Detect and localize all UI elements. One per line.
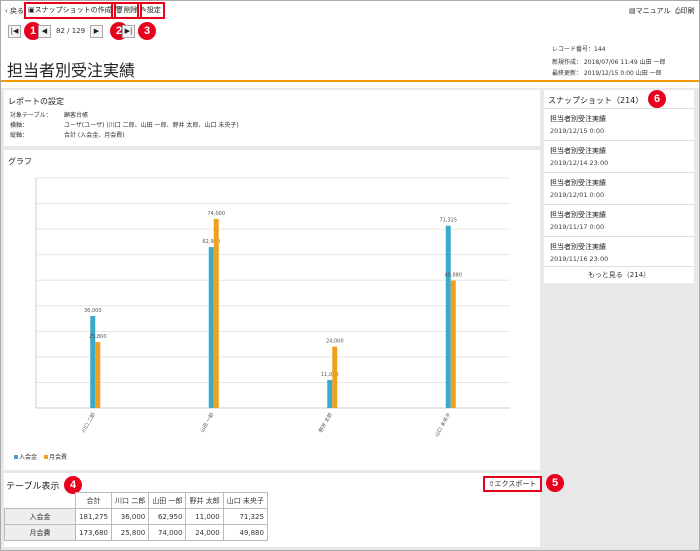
bar-chart: 36,00025,800川口 二郎62,95074,000山田 一郎11,000… — [14, 177, 510, 461]
settings-label-table: 対象テーブル： — [10, 112, 52, 119]
table-cell: 49,880 — [222, 524, 268, 541]
x-tick-label: 川口 二郎 — [80, 412, 97, 434]
settings-value-yaxis: 合計 (入会金、月会費) — [64, 132, 125, 139]
chart-bar — [450, 280, 456, 408]
legend-swatch — [44, 455, 48, 459]
snapshot-date: 2019/12/01 0:00 — [550, 191, 605, 199]
camera-icon: ▣ — [28, 6, 35, 14]
data-label: 71,325 — [440, 218, 458, 224]
table-cell: 62,950 — [148, 508, 187, 525]
x-tick-label: 野井 太郎 — [317, 412, 334, 434]
snapshot-name: 担当者別受注実績 — [550, 243, 606, 251]
manual-link[interactable]: ▤マニュアル — [629, 4, 670, 18]
chart-bar — [90, 316, 96, 408]
graph-panel: グラフ 36,000 25,800 川口 二郎 62,950 74,000 山田 一郎 11… — [4, 150, 540, 470]
snapshot-panel: スナップショット（214） 担当者別受注実績 2019/12/15 0:00 担… — [544, 90, 694, 283]
title-underline — [1, 80, 699, 82]
callout-badge-3: 3 — [138, 22, 156, 40]
report-settings-heading: レポートの設定 — [8, 97, 64, 106]
legend-swatch — [14, 455, 18, 459]
export-button[interactable]: ⇧エクスポート — [483, 476, 542, 492]
table-row: 月会費 173,680 25,800 74,000 24,000 49,880 — [4, 524, 268, 541]
data-label: 74,000 — [208, 211, 226, 217]
book-icon: ▤ — [629, 7, 636, 15]
snapshot-item[interactable]: 担当者別受注実績 2019/12/14 23:00 — [544, 140, 694, 171]
snapshot-name: 担当者別受注実績 — [550, 115, 606, 123]
x-tick-label: 山田 一郎 — [199, 412, 216, 434]
column-header: 山田 一郎 — [148, 492, 187, 509]
data-label: 49,880 — [445, 273, 463, 279]
chart-bar — [95, 342, 101, 408]
back-button[interactable]: ‹ 戻る — [5, 4, 24, 18]
column-header: 合計 — [75, 492, 112, 509]
created-info: 新規作成： 2018/07/06 11:49 山田 一郎 — [552, 59, 666, 66]
snapshot-date: 2019/11/16 23:00 — [550, 255, 609, 263]
row-header: 月会費 — [4, 524, 76, 541]
record-number: レコード番号：144 — [552, 46, 606, 53]
snapshot-heading: スナップショット（214） — [548, 96, 644, 105]
snapshot-item[interactable]: 担当者別受注実績 2019/12/01 0:00 — [544, 172, 694, 203]
table-corner-cell — [5, 493, 76, 509]
data-label: 24,000 — [326, 339, 344, 345]
table-cell: 24,000 — [185, 524, 224, 541]
snapshot-name: 担当者別受注実績 — [550, 179, 606, 187]
callout-badge-5: 5 — [546, 474, 564, 492]
table-cell: 173,680 — [75, 524, 112, 541]
chart-bar — [332, 346, 338, 408]
first-page-button[interactable]: |◀ — [8, 25, 21, 38]
column-header: 川口 二郎 — [110, 492, 150, 509]
column-header: 山口 未央子 — [222, 492, 268, 509]
table-cell: 36,000 — [110, 508, 150, 525]
settings-value-xaxis: ユーザ(ユーザ) (川口 二郎、山田 一郎、野井 太郎、山口 未央子) — [64, 122, 239, 129]
settings-label-yaxis: 縦軸： — [10, 132, 29, 139]
settings-button[interactable]: ✎設定 — [137, 2, 165, 19]
trash-icon: 🗑 — [115, 6, 124, 14]
table-cell: 11,000 — [185, 508, 224, 525]
report-settings-panel: レポートの設定 対象テーブル： 顧客台帳 横軸： ユーザ(ユーザ) (川口 二郎… — [4, 90, 540, 146]
snapshot-date: 2019/12/15 0:00 — [550, 127, 605, 135]
chart-bar — [445, 225, 451, 408]
table-cell: 25,800 — [110, 524, 150, 541]
create-snapshot-button[interactable]: ▣スナップショットの作成 — [24, 2, 116, 19]
table-cell: 181,275 — [75, 508, 112, 525]
settings-label-xaxis: 横軸： — [10, 122, 29, 129]
column-header: 野井 太郎 — [185, 492, 224, 509]
page-title: 担当者別受注実績 — [7, 61, 136, 80]
table-row: 入会金 181,275 36,000 62,950 11,000 71,325 — [4, 508, 268, 525]
last-page-button[interactable]: ▶| — [122, 25, 135, 38]
row-header: 入会金 — [4, 508, 76, 525]
table-heading: テーブル表示 — [6, 482, 60, 492]
updated-info: 最終更新： 2019/12/15 0:00 山田 一郎 — [552, 70, 662, 77]
chart-bar — [208, 247, 214, 408]
settings-value-table: 顧客台帳 — [64, 112, 89, 119]
print-button[interactable]: ⎙印刷 — [675, 4, 695, 18]
table-header-row: 合計 川口 二郎 山田 一郎 野井 太郎 山口 未央子 — [5, 492, 268, 509]
chart-bar — [327, 379, 333, 408]
snapshot-date: 2019/11/17 0:00 — [550, 223, 605, 231]
x-tick-label: 山口 未央子 — [433, 412, 452, 439]
snapshot-item[interactable]: 担当者別受注実績 2019/11/16 23:00 — [544, 236, 694, 267]
next-page-button[interactable]: ▶ — [90, 25, 103, 38]
data-label: 25,800 — [89, 334, 107, 340]
snapshot-date: 2019/12/14 23:00 — [550, 159, 609, 167]
callout-badge-6: 6 — [648, 90, 666, 108]
table-cell: 74,000 — [148, 524, 187, 541]
data-label: 36,000 — [84, 308, 102, 314]
chart-bar — [213, 218, 219, 408]
legend-label: 月会費 — [49, 453, 67, 461]
snapshot-name: 担当者別受注実績 — [550, 211, 606, 219]
snapshot-item[interactable]: 担当者別受注実績 2019/11/17 0:00 — [544, 204, 694, 235]
summary-table: 合計 川口 二郎 山田 一郎 野井 太郎 山口 未央子 入会金 181,275 … — [4, 492, 268, 541]
snapshot-item[interactable]: 担当者別受注実績 2019/12/15 0:00 — [544, 108, 694, 139]
snapshot-name: 担当者別受注実績 — [550, 147, 606, 155]
toolbar: ‹ 戻る ▣スナップショットの作成 🗑削除 ✎設定 ▤マニュアル ⎙印刷 — [1, 1, 699, 21]
pager-status: 82 / 129 — [56, 27, 86, 35]
prev-page-button[interactable]: ◀ — [38, 25, 51, 38]
table-cell: 71,325 — [222, 508, 268, 525]
legend-label: 入会金 — [19, 453, 37, 461]
show-more-button[interactable]: もっと見る（214） — [544, 266, 694, 283]
